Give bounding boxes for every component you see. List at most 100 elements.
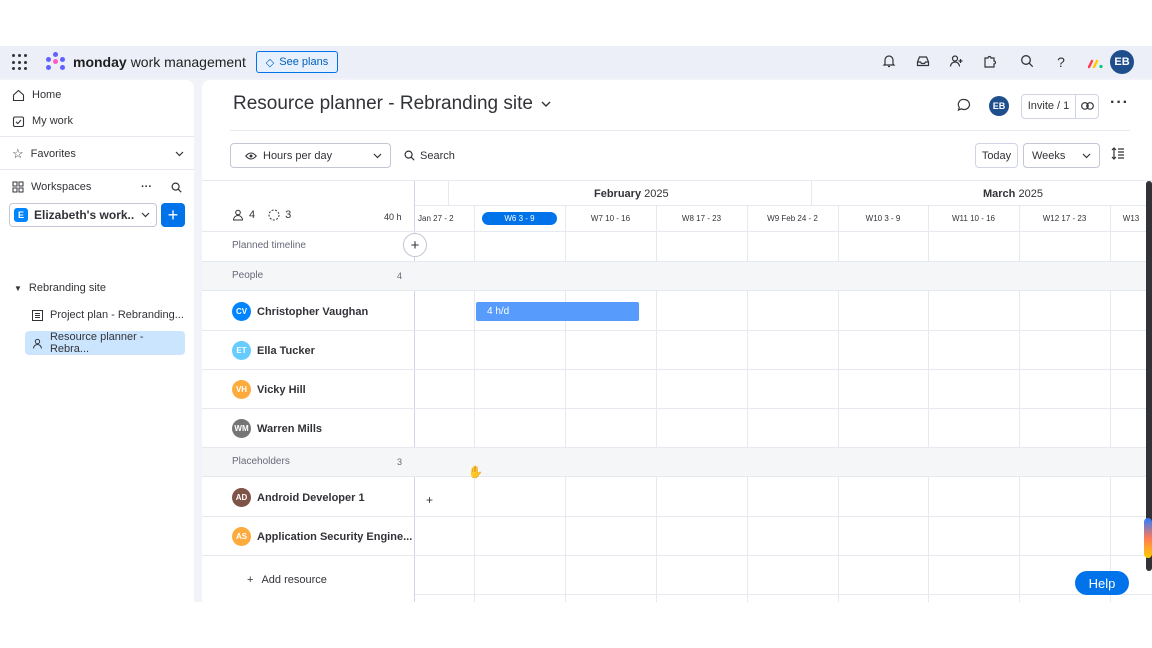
search-icon xyxy=(404,150,415,161)
time-scale-label: Weeks xyxy=(1032,149,1066,162)
sidebar-divider xyxy=(0,136,194,137)
apps-puzzle-icon[interactable] xyxy=(982,54,998,70)
add-timeline-button[interactable]: + xyxy=(403,233,427,257)
week-header-cell[interactable]: W9 Feb 24 - 2 xyxy=(747,206,838,231)
allocation-bar[interactable]: 4 h/d xyxy=(476,302,639,321)
home-icon xyxy=(12,89,25,101)
board-owner-avatar[interactable]: EB xyxy=(989,96,1009,116)
month-divider xyxy=(448,181,449,206)
month-february: February 2025 xyxy=(594,188,669,200)
avatar: AS xyxy=(232,527,251,546)
sidebar-item-workspaces[interactable]: Workspaces ··· xyxy=(12,177,182,197)
invite-member-icon[interactable] xyxy=(948,54,964,70)
app-switcher-icon[interactable] xyxy=(12,54,29,71)
resource-row[interactable]: AS Application Security Engine... xyxy=(232,527,412,546)
workspace-name: Elizabeth's work... xyxy=(34,208,135,222)
diamond-icon: ◇ xyxy=(265,56,275,69)
resource-name: Warren Mills xyxy=(257,422,322,435)
sidebar-item-my-work[interactable]: My work xyxy=(12,111,73,131)
help-question-icon[interactable]: ? xyxy=(1053,54,1069,70)
workspaces-label: Workspaces xyxy=(31,181,92,193)
months-header: February 2025 March 2025 xyxy=(415,181,1152,206)
folder-rebranding-site[interactable]: ▼ Rebranding site xyxy=(14,276,106,300)
resource-row[interactable]: VH Vicky Hill xyxy=(232,380,306,399)
help-button[interactable]: Help xyxy=(1075,571,1129,595)
sidebar: Home My work ☆ Favorites Workspaces ··· … xyxy=(0,80,194,602)
week-label: W12 17 - 23 xyxy=(1042,214,1087,223)
row-divider xyxy=(202,369,415,370)
month-march: March 2025 xyxy=(983,188,1043,200)
person-icon xyxy=(32,338,42,349)
comment-icon[interactable] xyxy=(957,98,971,112)
folder-label: Rebranding site xyxy=(28,282,106,294)
add-workspace-item-button[interactable]: + xyxy=(161,203,185,227)
more-options-icon[interactable]: ··· xyxy=(141,181,152,193)
sidebar-item-favorites[interactable]: ☆ Favorites xyxy=(12,144,184,164)
total-hours: 40 h xyxy=(384,212,402,222)
resource-name: Application Security Engine... xyxy=(257,530,413,543)
search-icon[interactable] xyxy=(1019,54,1035,70)
time-scale-dropdown[interactable]: Weeks xyxy=(1023,143,1100,168)
resource-row[interactable]: CV Christopher Vaughan xyxy=(232,302,368,321)
week-header-cell[interactable]: W10 3 - 9 xyxy=(838,206,928,231)
view-mode-dropdown[interactable]: Hours per day xyxy=(230,143,391,168)
sidebar-item-home[interactable]: Home xyxy=(12,85,61,105)
search-button[interactable]: Search xyxy=(404,143,455,168)
workspace-selector[interactable]: E Elizabeth's work... xyxy=(9,203,157,227)
app-window: monday work management ◇ See plans ? EB xyxy=(0,46,1152,602)
resource-stats: 4 3 xyxy=(232,209,291,221)
resource-name: Android Developer 1 xyxy=(257,491,365,504)
week-label: W10 3 - 9 xyxy=(865,214,901,223)
board-title[interactable]: Resource planner - Rebranding site xyxy=(233,93,551,115)
row-divider xyxy=(202,516,415,517)
resource-name: Ella Tucker xyxy=(257,344,315,357)
add-resource-button[interactable]: + Add resource xyxy=(247,574,327,586)
row-divider xyxy=(202,555,415,556)
today-button[interactable]: Today xyxy=(975,143,1018,168)
resource-name: Vicky Hill xyxy=(257,383,306,396)
week-header-cell[interactable]: W7 10 - 16 xyxy=(565,206,656,231)
copy-link-icon[interactable] xyxy=(1076,101,1098,113)
inbox-icon[interactable] xyxy=(915,54,931,70)
placeholder-count: 3 xyxy=(285,209,292,221)
brand-logo[interactable]: monday work management xyxy=(46,52,246,72)
week-header-cell[interactable]: Jan 27 - 2 xyxy=(415,206,474,231)
add-allocation-icon[interactable]: + xyxy=(426,493,433,507)
search-icon[interactable] xyxy=(171,181,182,193)
week-header-cell[interactable]: W12 17 - 23 xyxy=(1019,206,1110,231)
monday-apps-icon[interactable] xyxy=(1087,56,1104,69)
user-avatar[interactable]: EB xyxy=(1110,50,1134,74)
more-options-icon[interactable]: ··· xyxy=(1110,94,1129,112)
row-height-icon[interactable] xyxy=(1111,147,1125,160)
week-header-cell[interactable]: W11 10 - 16 xyxy=(928,206,1019,231)
sidebar-item-resource-planner[interactable]: Resource planner - Rebra... xyxy=(25,331,185,355)
avatar: CV xyxy=(232,302,251,321)
sidebar-item-project-plan[interactable]: Project plan - Rebranding... xyxy=(25,303,185,327)
avatar: ET xyxy=(232,341,251,360)
search-label: Search xyxy=(420,149,455,162)
board-title-text: Resource planner - Rebranding site xyxy=(233,93,533,114)
caret-down-icon: ▼ xyxy=(14,283,22,293)
workspaces-icon xyxy=(12,181,24,193)
bell-icon[interactable] xyxy=(881,54,897,70)
resource-row[interactable]: ET Ella Tucker xyxy=(232,341,315,360)
resource-grid: February 2025 March 2025 Jan 27 - 2 W6 3 … xyxy=(202,180,1152,602)
my-work-label: My work xyxy=(32,115,73,127)
eye-icon xyxy=(245,151,257,160)
placeholder-icon xyxy=(268,209,280,221)
resource-row[interactable]: AD Android Developer 1 xyxy=(232,488,365,507)
resource-row[interactable]: WM Warren Mills xyxy=(232,419,322,438)
resource-name: Christopher Vaughan xyxy=(257,305,369,318)
workspace-badge: E xyxy=(14,208,28,222)
chevron-down-icon xyxy=(1082,153,1091,158)
week-header-cell[interactable]: W6 3 - 9 xyxy=(474,206,565,231)
week-label: W9 Feb 24 - 2 xyxy=(767,214,818,223)
avatar: AD xyxy=(232,488,251,507)
see-plans-button[interactable]: ◇ See plans xyxy=(256,51,338,73)
week-header-cell[interactable]: W8 17 - 23 xyxy=(656,206,747,231)
invite-button[interactable]: Invite / 1 xyxy=(1022,95,1076,118)
people-count: 4 xyxy=(249,209,256,221)
vertical-scrollbar[interactable] xyxy=(1146,181,1152,571)
chevron-down-icon xyxy=(141,212,150,218)
top-bar: monday work management ◇ See plans ? EB xyxy=(0,46,1152,78)
